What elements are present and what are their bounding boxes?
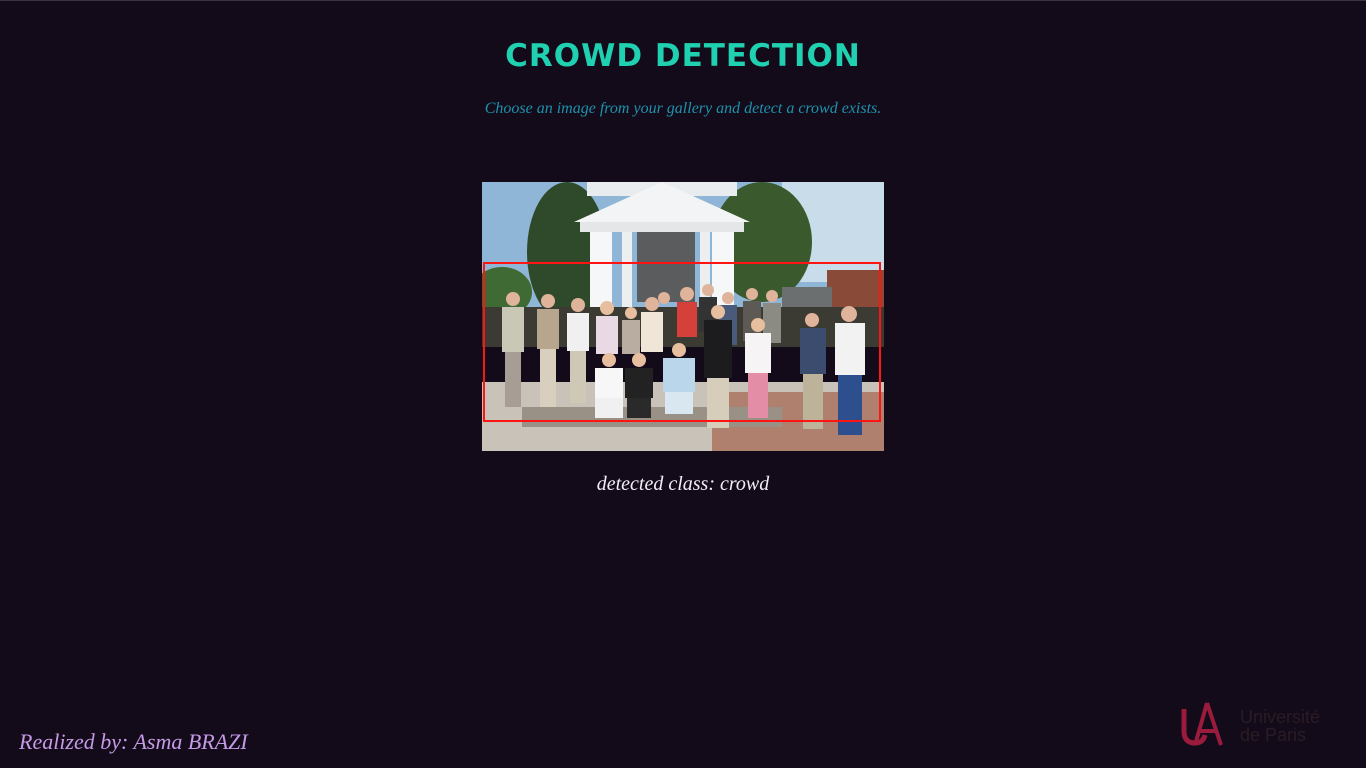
detected-class-label: detected class: crowd: [596, 473, 770, 495]
top-divider: [0, 0, 1366, 1]
logo-text-line1: Université: [1240, 707, 1321, 727]
logo-text-line2: de Paris: [1240, 725, 1307, 745]
universite-de-paris-logo: Université de Paris: [1181, 701, 1341, 749]
crowd-bounding-box: [483, 262, 881, 422]
detection-result-image: [482, 182, 884, 451]
page-title: CROWD DETECTION: [505, 38, 861, 74]
page-subtitle: Choose an image from your gallery and de…: [484, 100, 882, 117]
author-credit: Realized by: Asma BRAZI: [19, 729, 248, 754]
university-emblem-icon: [1181, 702, 1223, 746]
